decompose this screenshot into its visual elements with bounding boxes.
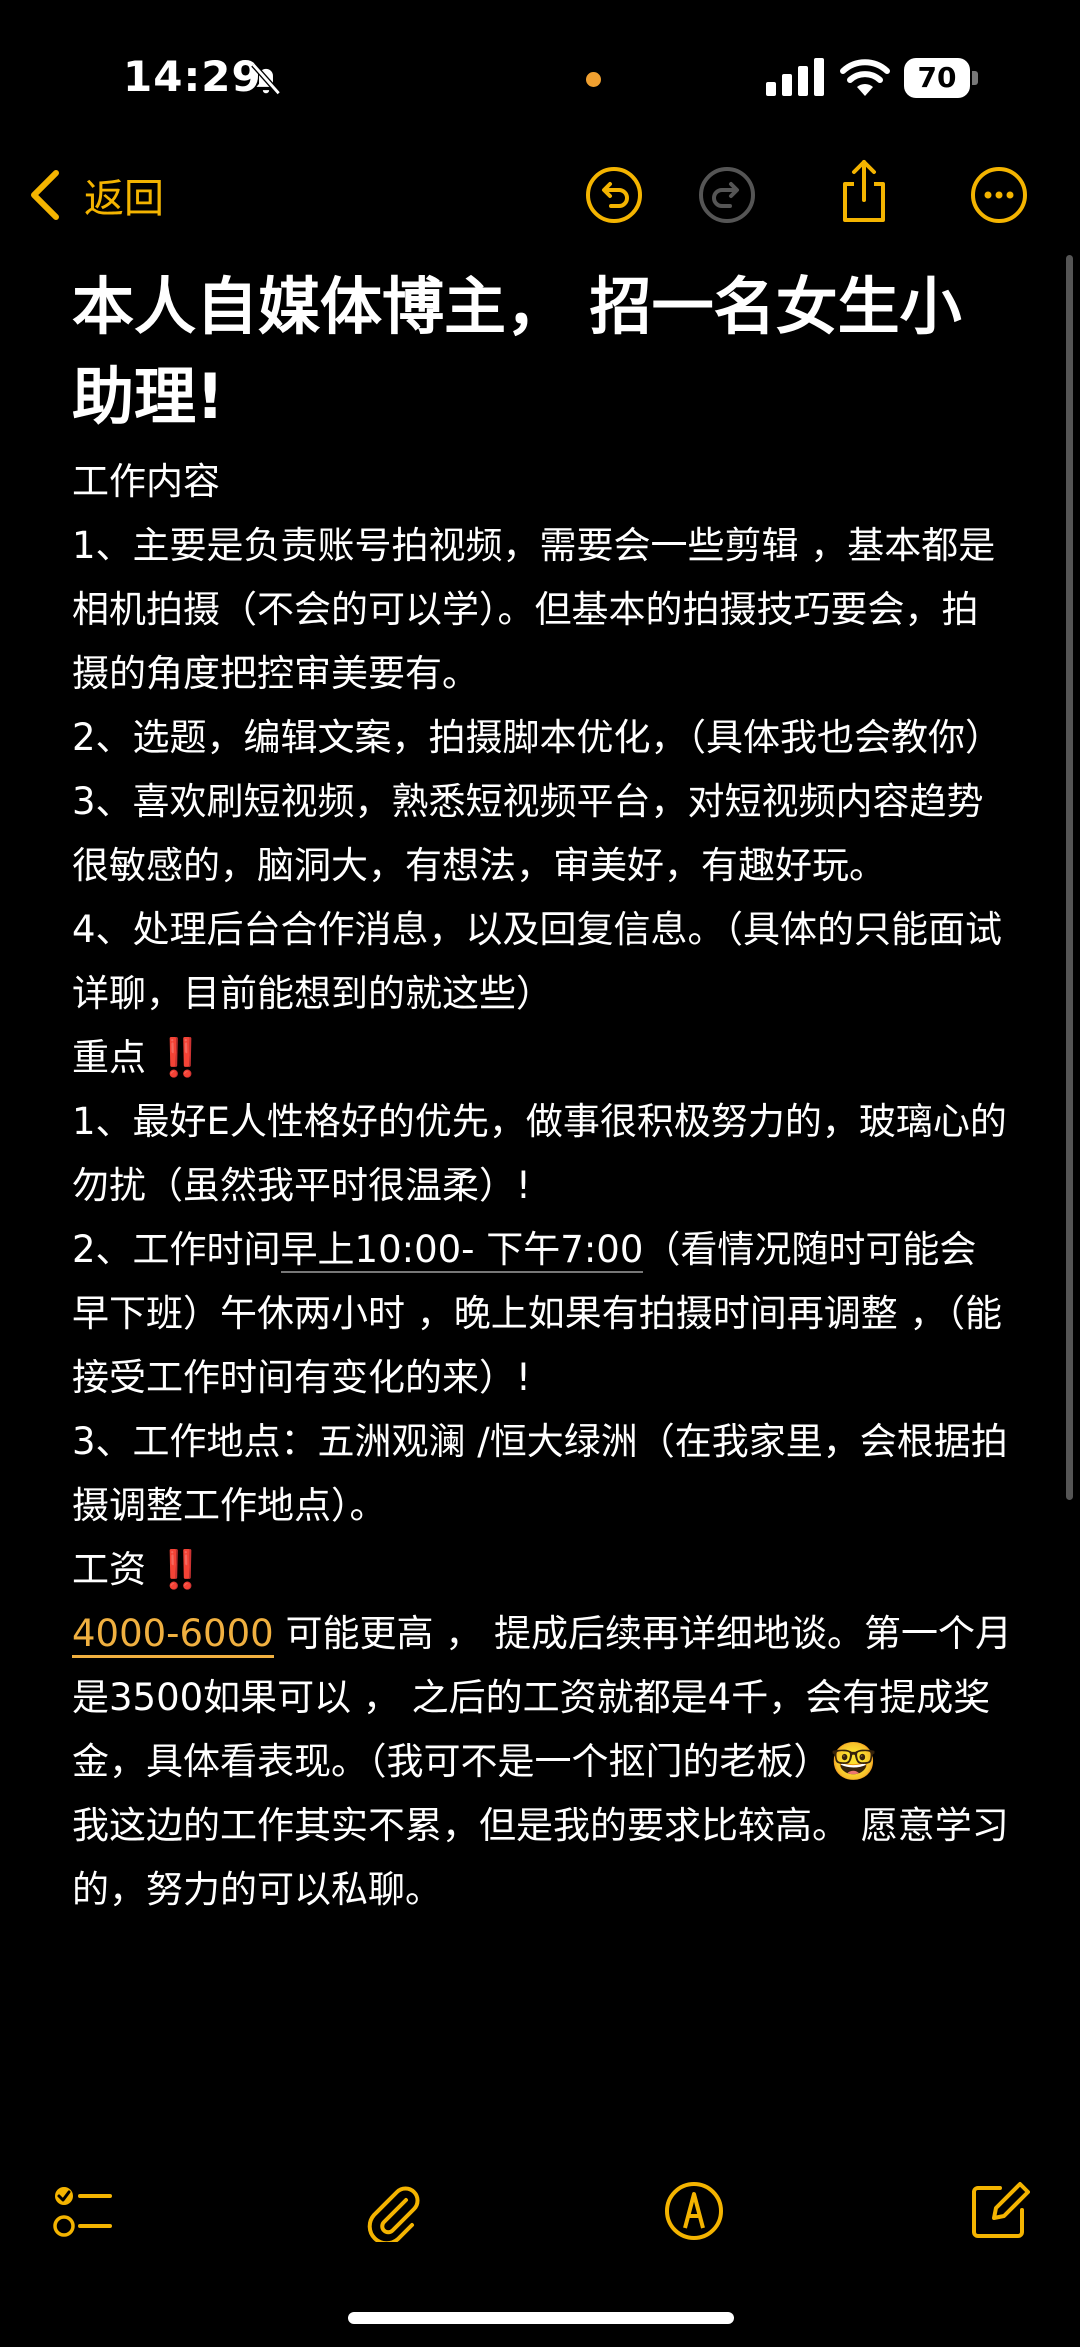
undo-icon[interactable] bbox=[585, 166, 643, 224]
note-body: 工作内容 1、主要是负责账号拍视频，需要会一些剪辑 ，基本都是相机拍摄（不会的可… bbox=[72, 450, 1012, 1922]
work-hours-link[interactable]: 早上10:00- 下午7:00 bbox=[280, 1228, 644, 1273]
chevron-left-icon bbox=[31, 170, 59, 220]
scrollbar[interactable] bbox=[1066, 255, 1073, 1500]
paragraph-6: 1、最好E人性格好的优先，做事很积极努力的，玻璃心的勿扰（虽然我平时很温柔）! bbox=[72, 1100, 1007, 1207]
double-exclamation-icon: ‼️ bbox=[157, 1548, 204, 1591]
redo-icon[interactable] bbox=[698, 166, 756, 224]
section-heading-salary: 工资 ‼️ bbox=[72, 1538, 1012, 1602]
section-heading-key: 重点 ‼️ bbox=[72, 1026, 1012, 1090]
paragraph-10: 4000-6000 可能更高 ， 提成后续再详细地谈。第一个月是3500如果可以… bbox=[72, 1602, 1012, 1794]
checklist-icon[interactable] bbox=[52, 2180, 114, 2242]
bottom-toolbar bbox=[0, 2170, 1080, 2250]
paragraph-4: 4、处理后台合作消息，以及回复信息。（具体的只能面试详聊，目前能想到的就这些） bbox=[72, 908, 1003, 1015]
paragraph-7-pre: 2、工作时间 bbox=[72, 1228, 281, 1271]
compose-icon[interactable] bbox=[968, 2180, 1030, 2242]
paragraph-7: 2、工作时间早上10:00- 下午7:00（看情况随时可能会早下班）午休两小时 … bbox=[72, 1218, 1012, 1410]
battery-tip bbox=[972, 71, 978, 85]
home-indicator[interactable] bbox=[348, 2312, 734, 2324]
bell-slash-icon bbox=[251, 62, 281, 96]
more-icon[interactable] bbox=[970, 166, 1028, 224]
cellular-signal-icon bbox=[766, 58, 824, 96]
salary-label: 工资 bbox=[72, 1548, 158, 1591]
note-title: 本人自媒体博主， 招一名女生小助理! bbox=[72, 270, 962, 433]
wifi-icon bbox=[840, 59, 890, 96]
paragraph-3: 3、喜欢刷短视频，熟悉短视频平台，对短视频内容趋势很敏感的，脑洞大，有想法，审美… bbox=[72, 780, 984, 887]
privacy-dot bbox=[586, 72, 601, 87]
paragraph-1: 1、主要是负责账号拍视频，需要会一些剪辑 ，基本都是相机拍摄（不会的可以学）。但… bbox=[72, 524, 996, 695]
section-heading-work: 工作内容 bbox=[72, 460, 220, 503]
paragraph-2: 2、选题，编辑文案，拍摄脚本优化，（具体我也会教你） bbox=[72, 716, 1003, 759]
battery-level: 70 bbox=[904, 58, 970, 98]
double-exclamation-icon: ‼️ bbox=[157, 1036, 204, 1079]
status-time: 14:29 bbox=[123, 52, 262, 101]
status-bar: 14:29 70 bbox=[0, 0, 1080, 150]
battery-icon: 70 bbox=[904, 58, 980, 98]
pen-markup-icon[interactable] bbox=[663, 2180, 725, 2242]
key-label: 重点 bbox=[72, 1036, 158, 1079]
nav-bar: 返回 bbox=[0, 150, 1080, 250]
paragraph-8: 3、工作地点：五洲观澜 /恒大绿洲（在我家里，会根据拍摄调整工作地点）。 bbox=[72, 1420, 1008, 1527]
note-content[interactable]: 本人自媒体博主， 招一名女生小助理! 工作内容 1、主要是负责账号拍视频，需要会… bbox=[72, 262, 1012, 1922]
salary-range-link[interactable]: 4000-6000 bbox=[72, 1612, 274, 1658]
share-icon[interactable] bbox=[837, 158, 891, 224]
back-label: 返回 bbox=[84, 176, 164, 222]
paperclip-icon[interactable] bbox=[362, 2180, 424, 2242]
paragraph-11: 我这边的工作其实不累，但是我的要求比较高。 愿意学习的，努力的可以私聊。 bbox=[72, 1804, 1009, 1911]
back-button[interactable]: 返回 bbox=[28, 164, 164, 226]
